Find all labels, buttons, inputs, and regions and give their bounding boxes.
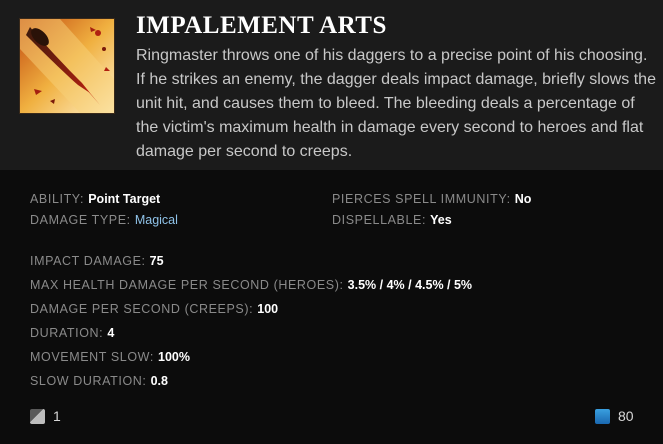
stat-label: DAMAGE PER SECOND (CREEPS):: [30, 302, 254, 316]
dispellable-row: DISPELLABLE: Yes: [332, 213, 452, 227]
stat-label: SLOW DURATION:: [30, 374, 147, 388]
stat-value: 75: [149, 254, 164, 268]
stat-row: DURATION: 4: [30, 326, 114, 340]
cooldown-value: 1: [53, 408, 61, 424]
ability-description: Ringmaster throws one of his daggers to …: [136, 47, 656, 160]
pierces-value: No: [514, 192, 532, 206]
stat-value: 100: [257, 302, 279, 316]
stat-row: SLOW DURATION: 0.8: [30, 374, 168, 388]
stat-label: MOVEMENT SLOW:: [30, 350, 154, 364]
ability-tooltip: IMPALEMENT ARTS Ringmaster throws one of…: [0, 0, 663, 444]
damage-type-label: DAMAGE TYPE:: [30, 213, 131, 227]
dagger-icon: [19, 18, 115, 114]
pierces-spell-immunity-row: PIERCES SPELL IMMUNITY: No: [332, 192, 531, 206]
stat-row: DAMAGE PER SECOND (CREEPS): 100: [30, 302, 278, 316]
damage-type-value: Magical: [134, 213, 178, 227]
stat-label: IMPACT DAMAGE:: [30, 254, 146, 268]
ability-type-value: Point Target: [88, 192, 161, 206]
stat-value: 0.8: [150, 374, 168, 388]
stat-value: 3.5% / 4% / 4.5% / 5%: [347, 278, 473, 292]
stat-row: MAX HEALTH DAMAGE PER SECOND (HEROES): 3…: [30, 278, 472, 292]
mana-icon: [595, 408, 610, 424]
stat-row: IMPACT DAMAGE: 75: [30, 254, 164, 268]
stat-label: MAX HEALTH DAMAGE PER SECOND (HEROES):: [30, 278, 344, 292]
mana-cost-value: 80: [618, 408, 634, 424]
cooldown-icon: [30, 408, 45, 424]
tooltip-header: IMPALEMENT ARTS Ringmaster throws one of…: [0, 0, 663, 170]
damage-type-row: DAMAGE TYPE: Magical: [30, 213, 178, 227]
stat-row: MOVEMENT SLOW: 100%: [30, 350, 190, 364]
dispellable-value: Yes: [430, 213, 452, 227]
stat-value: 4: [107, 326, 115, 340]
mana-cost: 80: [595, 408, 634, 424]
stat-value: 100%: [158, 350, 190, 364]
cooldown: 1: [30, 408, 61, 424]
ability-type-row: ABILITY: Point Target: [30, 192, 160, 206]
ability-type-label: ABILITY:: [30, 192, 85, 206]
stat-label: DURATION:: [30, 326, 104, 340]
pierces-label: PIERCES SPELL IMMUNITY:: [332, 192, 511, 206]
dispellable-label: DISPELLABLE:: [332, 213, 427, 227]
ability-title: IMPALEMENT ARTS: [136, 12, 387, 39]
